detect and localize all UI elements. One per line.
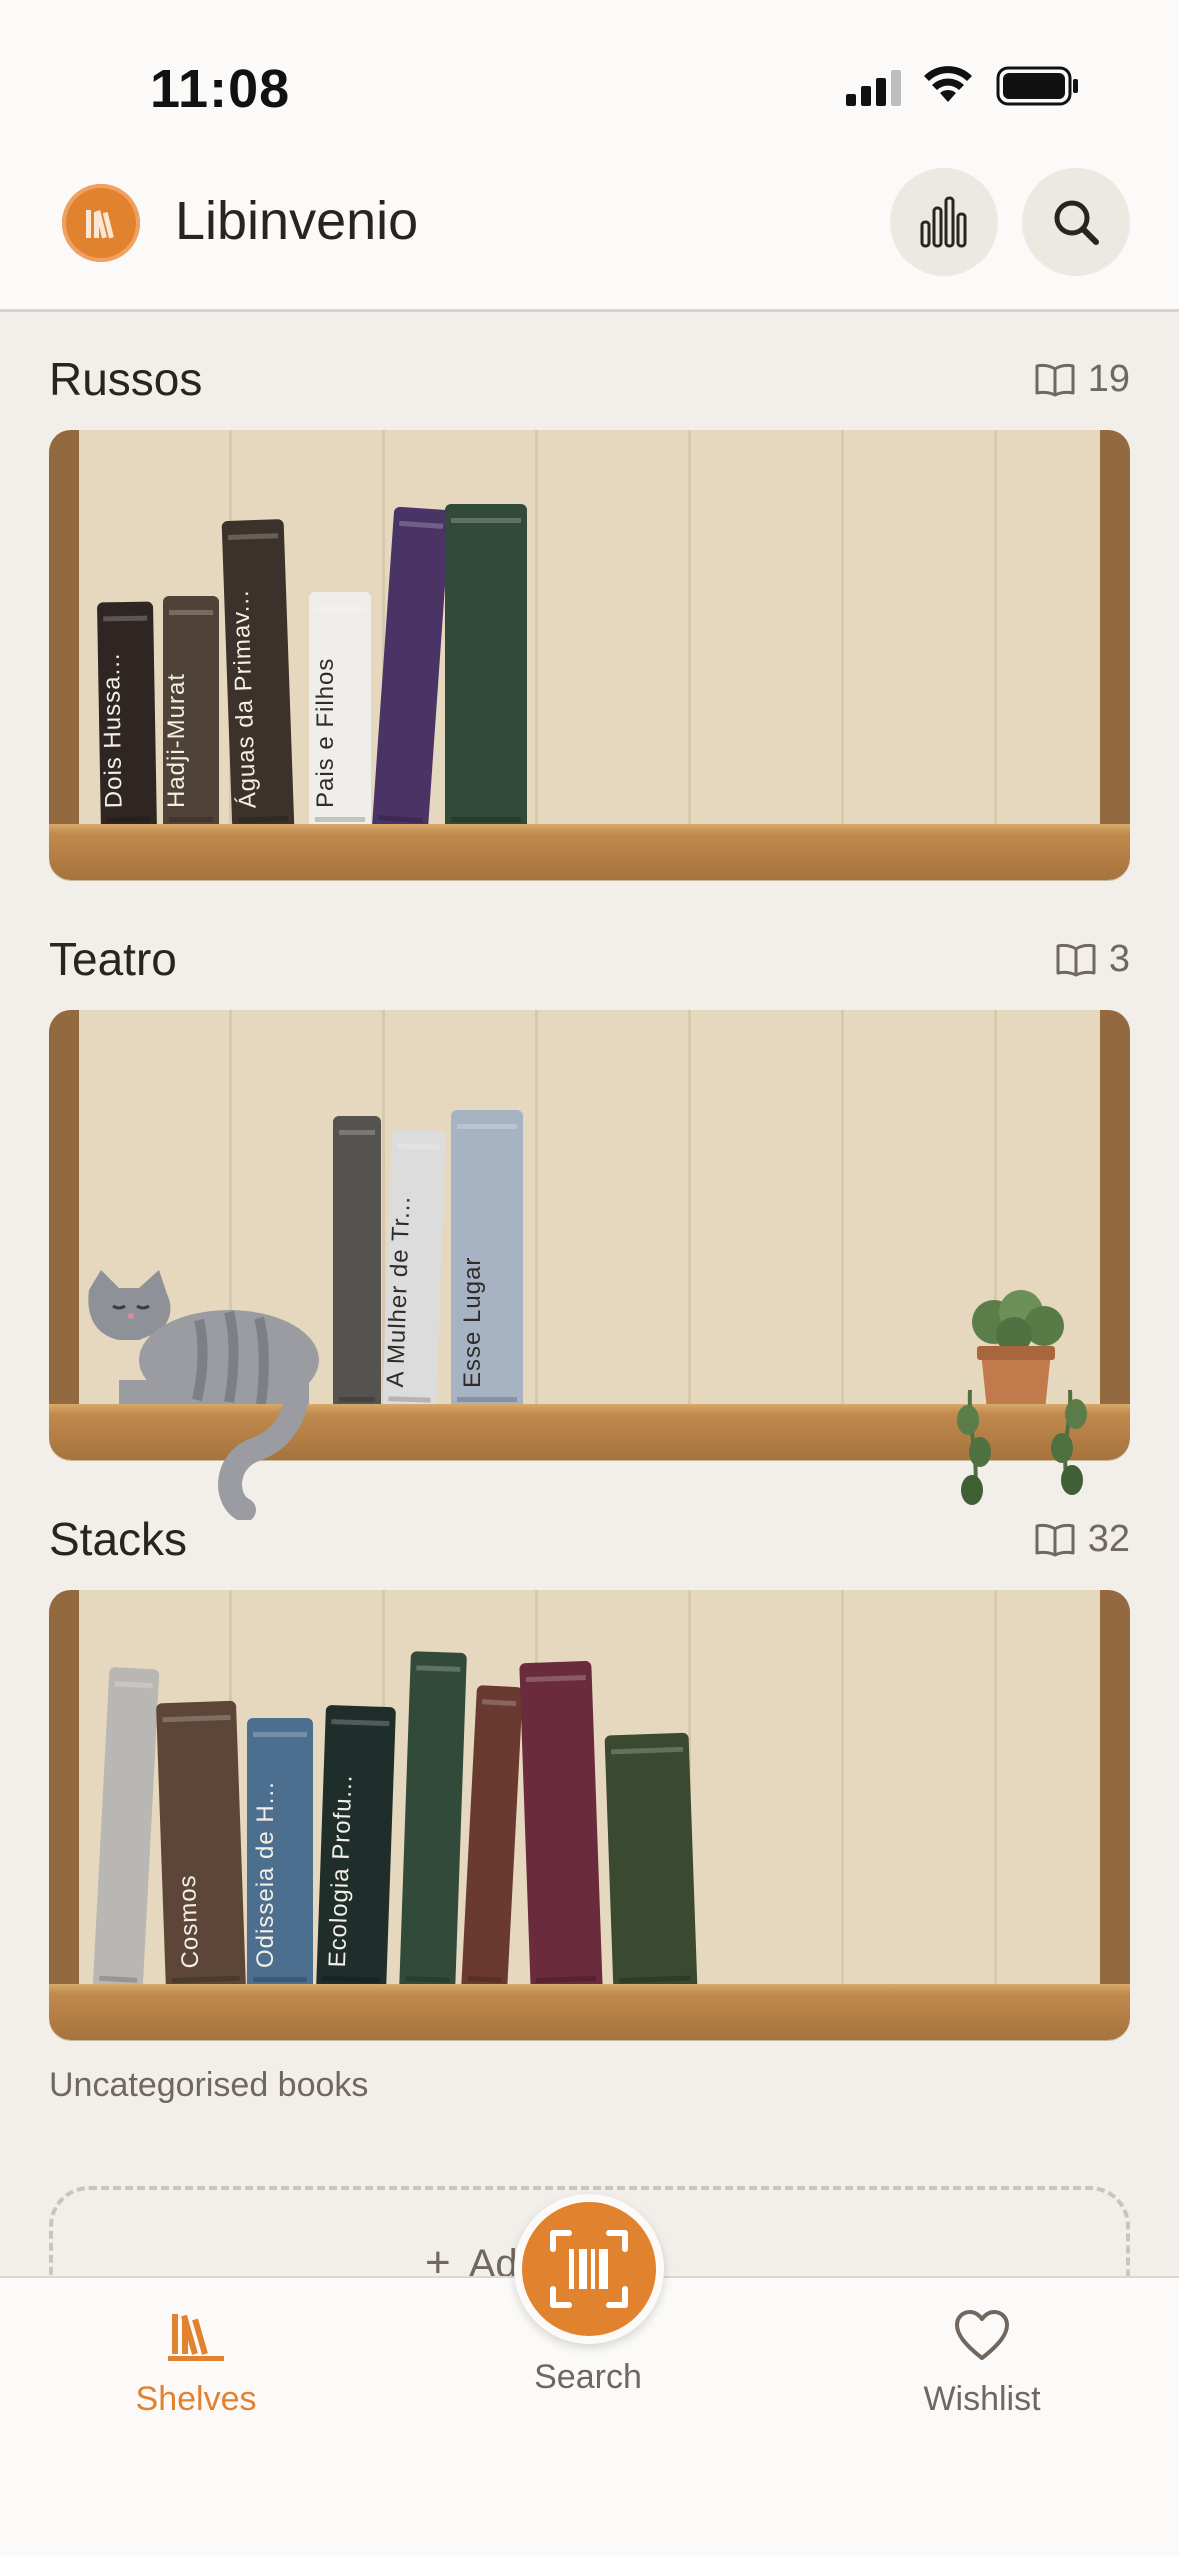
book-spine[interactable]: Esse Lugar — [451, 1110, 523, 1412]
barcode-scan-icon — [550, 2230, 628, 2308]
shelf-count: 19 — [1034, 358, 1130, 401]
heart-icon — [955, 2310, 1009, 2360]
shelf-title: Russos — [49, 353, 203, 405]
shelf-russos[interactable]: Dois Hussa... Hadji-Murat Águas da Prima… — [49, 430, 1130, 880]
book-spine[interactable] — [333, 1116, 381, 1412]
shelf-title: Stacks — [49, 1513, 188, 1565]
shelf-title: Teatro — [49, 933, 177, 985]
book-spine[interactable]: Cosmos — [155, 1700, 247, 1994]
open-book-icon — [1035, 1523, 1075, 1556]
shelf-side — [1100, 1010, 1130, 1410]
book-spine[interactable]: A Mulher de Tr... — [382, 1129, 446, 1413]
shelf-count: 32 — [1034, 1518, 1130, 1561]
tab-wishlist-label: Wishlist — [923, 2380, 1041, 2418]
shelf-side — [49, 1590, 79, 1990]
status-bar: 11:08 — [0, 0, 1179, 160]
search-icon — [1054, 200, 1099, 245]
battery-icon — [996, 66, 1078, 106]
book-spine[interactable]: Hadji-Murat — [163, 596, 219, 832]
shelf-side — [49, 1010, 79, 1410]
book-spine[interactable]: Odisseia de H... — [247, 1718, 313, 1992]
shelf-header-stacks[interactable]: Stacks 32 — [49, 1512, 1130, 1572]
book-spine[interactable] — [399, 1651, 467, 1993]
shelf-side — [1100, 1590, 1130, 1990]
shelf-count-value: 19 — [1087, 358, 1130, 400]
uncategorised-books-link[interactable]: Uncategorised books — [49, 2066, 368, 2105]
shelf-count-value: 3 — [1108, 938, 1130, 980]
book-spine[interactable]: Dois Hussa... — [96, 601, 158, 833]
shelf-count-value: 32 — [1087, 1518, 1130, 1560]
statistics-button[interactable] — [890, 168, 998, 276]
shelf-plank — [49, 1984, 1130, 2040]
app-title: Libinvenio — [175, 191, 419, 251]
book-spine[interactable] — [445, 504, 527, 832]
shelves-icon — [168, 2314, 224, 2361]
books-logo-icon — [62, 184, 140, 262]
app-header: Libinvenio — [0, 160, 1179, 312]
book-spine[interactable] — [604, 1732, 698, 1994]
book-spine[interactable]: Águas da Primav... — [221, 519, 295, 833]
shelf-header-russos[interactable]: Russos 19 — [49, 352, 1130, 412]
status-time: 11:08 — [150, 59, 291, 119]
wifi-icon — [924, 66, 972, 102]
cat-tail-illustration — [218, 1370, 309, 1520]
book-spine[interactable]: Ecologia Profu... — [316, 1704, 396, 1994]
book-spine[interactable]: Pais e Filhos — [309, 592, 371, 832]
barcode-scan-button[interactable] — [514, 2194, 664, 2344]
shelf-plank — [49, 824, 1130, 880]
tab-shelves-label: Shelves — [135, 2380, 257, 2418]
book-spine[interactable] — [519, 1660, 603, 1994]
hanging-vine-illustration — [957, 1390, 1087, 1505]
tab-search-label[interactable]: Search — [488, 2358, 688, 2397]
bar-chart-icon — [920, 196, 967, 248]
shelf-header-teatro[interactable]: Teatro 3 — [49, 932, 1130, 992]
shelf-side — [49, 430, 79, 830]
shelf-side — [1100, 430, 1130, 830]
search-button[interactable] — [1022, 168, 1130, 276]
shelf-count: 3 — [1055, 938, 1130, 981]
shelf-stacks[interactable]: Cosmos Odisseia de H... Ecologia Profu..… — [49, 1590, 1130, 2040]
cellular-signal-icon — [846, 70, 901, 106]
open-book-icon — [1035, 363, 1075, 396]
open-book-icon — [1056, 943, 1096, 976]
